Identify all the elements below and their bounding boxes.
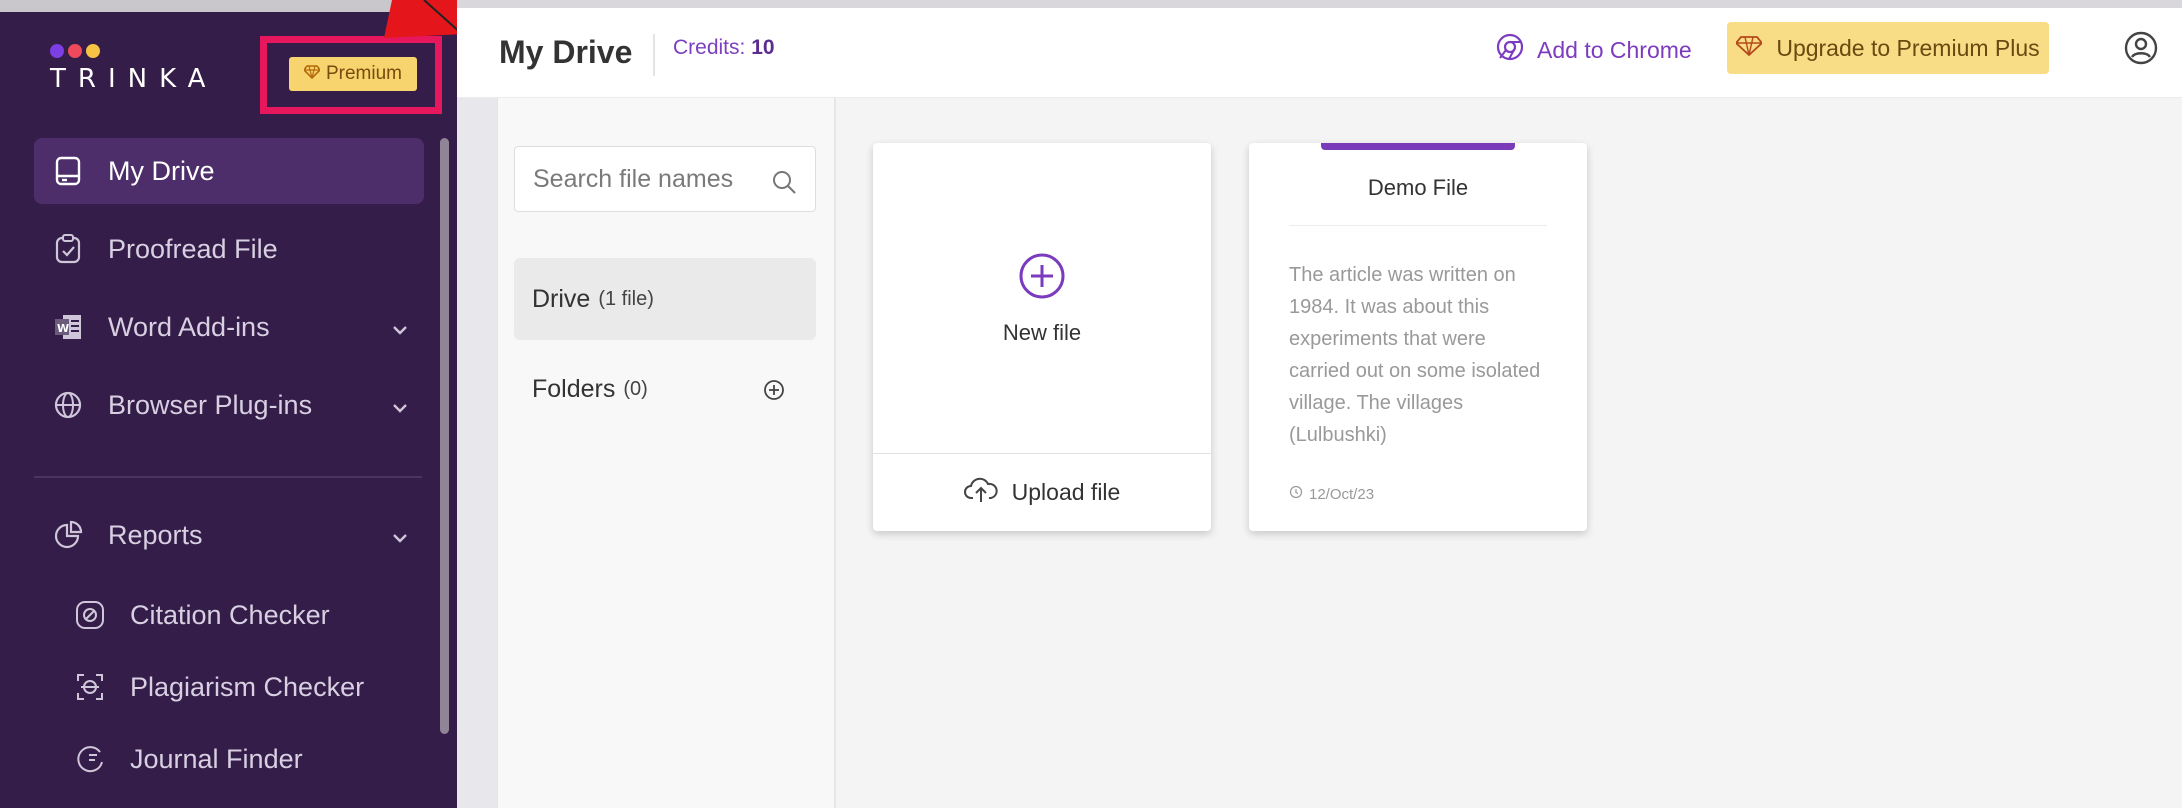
folders-count: (0) <box>623 377 648 400</box>
plagiarism-icon <box>74 671 106 703</box>
sidebar-sub-label: Citation Checker <box>130 599 330 630</box>
page-title: My Drive <box>499 34 633 70</box>
sidebar-item-label: Word Add-ins <box>108 311 270 342</box>
add-to-chrome-link[interactable]: Add to Chrome <box>1495 32 1692 68</box>
credits-value: 10 <box>751 36 775 59</box>
file-card-title: Demo File <box>1367 175 1469 200</box>
file-card-divider <box>1289 225 1547 226</box>
search-input[interactable] <box>533 161 763 197</box>
sidebar-item-label: Proofread File <box>108 233 278 264</box>
premium-label: Premium <box>325 63 402 84</box>
sidebar-divider <box>34 476 422 478</box>
add-folder-icon[interactable] <box>762 378 786 409</box>
clock-icon <box>1289 485 1303 503</box>
sidebar-item-proofread-file[interactable]: Proofread File <box>34 216 424 282</box>
sidebar-sub-label: Plagiarism Checker <box>130 671 365 702</box>
add-to-chrome-label: Add to Chrome <box>1537 36 1692 63</box>
profile-icon[interactable] <box>2123 30 2159 71</box>
search-box <box>514 146 816 212</box>
logo-text: TRINKA <box>50 64 218 94</box>
logo-dot <box>68 44 82 58</box>
sidebar-item-citation-checker[interactable]: Citation Checker <box>34 585 424 645</box>
sidebar: TRINKA Premium My Drive Proofread File W… <box>0 0 464 808</box>
drive-count: (1 file) <box>598 287 654 310</box>
svg-text:W: W <box>57 322 69 335</box>
sidebar-item-plagiarism-checker[interactable]: Plagiarism Checker <box>34 657 424 717</box>
header-top-strip <box>457 0 2182 8</box>
drive-tab[interactable]: Drive (1 file) <box>514 258 816 340</box>
logo-dot <box>50 44 64 58</box>
upgrade-premium-plus-button[interactable]: Upgrade to Premium Plus <box>1727 22 2049 74</box>
reports-icon <box>52 519 84 551</box>
chevron-down-icon <box>390 316 410 347</box>
cloud-upload-icon <box>963 476 998 510</box>
search-icon[interactable] <box>771 169 797 200</box>
upload-file-label: Upload file <box>1011 479 1121 505</box>
premium-highlight-frame: Premium <box>260 36 442 114</box>
sidebar-scrollbar[interactable] <box>440 138 449 734</box>
sidebar-item-label: My Drive <box>108 155 215 186</box>
files-panel: Drive (1 file) Folders (0) <box>497 98 835 808</box>
sidebar-item-journal-finder[interactable]: Journal Finder <box>34 729 424 789</box>
folders-label: Folders <box>532 374 616 403</box>
word-icon: W <box>52 311 84 343</box>
diamond-icon <box>1735 35 1764 62</box>
file-card-date-text: 12/Oct/23 <box>1309 485 1375 503</box>
top-header: My Drive Credits: 10 Add to Chrome Upgra… <box>457 0 2182 98</box>
diamond-icon <box>302 63 322 85</box>
file-card-preview: The article was written on 1984. It was … <box>1289 264 1541 446</box>
sidebar-item-word-add-ins[interactable]: W Word Add-ins <box>34 294 424 360</box>
credits-display: Credits: 10 <box>673 36 775 60</box>
premium-badge[interactable]: Premium <box>289 57 417 91</box>
new-file-label: New file <box>1002 319 1082 345</box>
upload-file-button[interactable]: Upload file <box>873 453 1211 531</box>
drive-content: New file Upload file Demo File The artic… <box>836 98 2182 808</box>
logo-dot <box>86 44 100 58</box>
file-card-date: 12/Oct/23 <box>1289 485 1374 503</box>
sidebar-item-reports[interactable]: Reports <box>34 502 424 568</box>
sidebar-reports-group: Reports <box>34 502 424 580</box>
file-card-accent-bar <box>1321 143 1515 150</box>
citation-icon <box>74 599 106 631</box>
chrome-icon <box>1495 32 1525 68</box>
sidebar-item-browser-plug-ins[interactable]: Browser Plug-ins <box>34 372 424 438</box>
sidebar-nav: My Drive Proofread File W Word Add-ins B… <box>34 138 424 450</box>
drive-label: Drive <box>532 284 591 313</box>
plus-circle-icon <box>1017 251 1067 306</box>
sidebar-sub-label: Journal Finder <box>130 743 303 774</box>
chevron-down-icon <box>390 394 410 425</box>
globe-icon <box>52 389 84 421</box>
new-file-button[interactable]: New file <box>873 143 1211 453</box>
red-arrow-annotation <box>384 0 464 45</box>
credits-label: Credits: <box>673 36 746 59</box>
new-file-card: New file Upload file <box>873 143 1211 531</box>
drive-icon <box>52 155 84 187</box>
trinka-logo[interactable]: TRINKA <box>50 44 217 94</box>
sidebar-item-label: Reports <box>108 519 203 550</box>
title-divider <box>653 34 655 76</box>
file-card-demo[interactable]: Demo File The article was written on 198… <box>1249 143 1587 531</box>
upgrade-label: Upgrade to Premium Plus <box>1776 34 2040 61</box>
chevron-down-icon <box>390 524 410 555</box>
logo-dots <box>50 44 217 58</box>
journal-icon <box>74 743 106 775</box>
sidebar-item-my-drive[interactable]: My Drive <box>34 138 424 204</box>
sidebar-item-label: Browser Plug-ins <box>108 389 313 420</box>
folders-tab[interactable]: Folders (0) <box>514 354 816 424</box>
clipboard-icon <box>52 233 84 265</box>
